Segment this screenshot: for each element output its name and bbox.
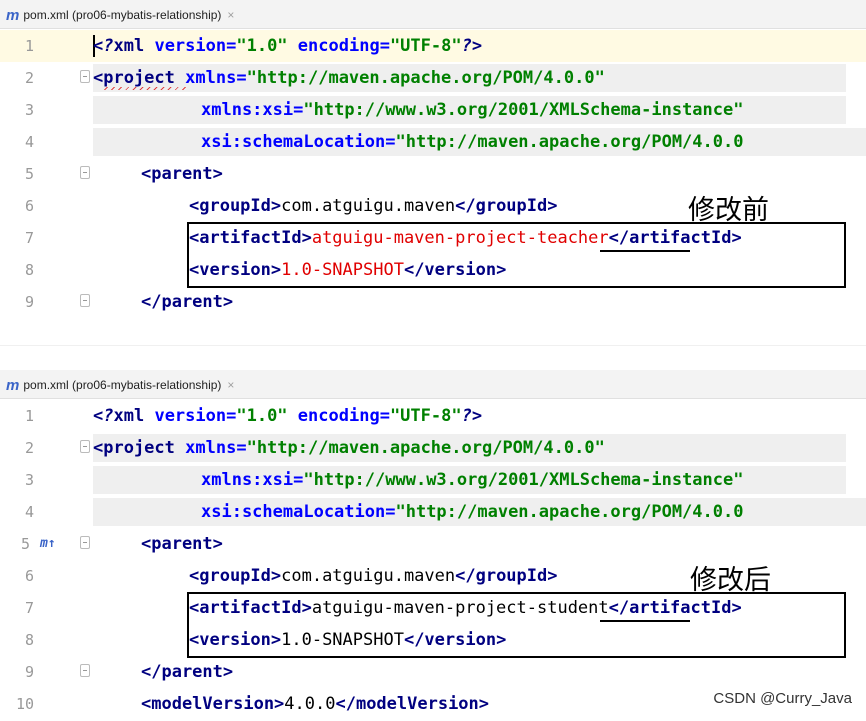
line-number: 3	[24, 471, 34, 489]
close-icon[interactable]: ×	[227, 8, 234, 22]
group-id-line: <groupId>com.atguigu.maven</groupId>	[189, 566, 558, 586]
line-number: 2	[24, 439, 34, 457]
code-line: 4 xsi:schemaLocation="http://maven.apach…	[0, 496, 866, 528]
line-number: 8	[24, 631, 34, 649]
spell-check-underline	[104, 87, 188, 90]
parent-close-line: </parent>	[141, 292, 234, 312]
line-number: 1	[24, 37, 34, 55]
line-number: 5	[20, 535, 30, 553]
code-line: 9 </parent>	[0, 286, 866, 318]
parent-close-line: </parent>	[141, 662, 234, 682]
xml-declaration: <?xml version="1.0" encoding="UTF-8"?>	[93, 406, 483, 426]
fold-icon[interactable]	[80, 166, 90, 179]
tab-pom-xml[interactable]: m pom.xml (pro06-mybatis-relationship) ×	[6, 3, 234, 27]
maven-file-icon: m	[6, 6, 20, 24]
fold-icon[interactable]	[80, 70, 90, 83]
xsi-attr-line: xmlns:xsi="http://www.w3.org/2001/XMLSch…	[201, 470, 744, 490]
tab-bar: m pom.xml (pro06-mybatis-relationship) ×	[0, 0, 866, 29]
code-line: 2 <project xmlns="http://maven.apache.or…	[0, 432, 866, 464]
line-number: 4	[24, 503, 34, 521]
highlight-box	[187, 592, 846, 658]
highlight-box	[187, 222, 846, 288]
editor-panel-after: m pom.xml (pro06-mybatis-relationship) ×…	[0, 370, 866, 721]
schema-location-line: xsi:schemaLocation="http://maven.apache.…	[201, 132, 744, 152]
line-number: 9	[24, 663, 34, 681]
line-number: 4	[24, 133, 34, 151]
tab-bar: m pom.xml (pro06-mybatis-relationship) ×	[0, 370, 866, 399]
line-number: 6	[24, 197, 34, 215]
xsi-attr-line: xmlns:xsi="http://www.w3.org/2001/XMLSch…	[201, 100, 744, 120]
schema-location-line: xsi:schemaLocation="http://maven.apache.…	[201, 502, 744, 522]
code-line: 2 <project xmlns="http://maven.apache.or…	[0, 62, 866, 94]
line-number: 6	[24, 567, 34, 585]
tab-title: pom.xml (pro06-mybatis-relationship)	[23, 8, 222, 22]
project-tag-line: <project xmlns="http://maven.apache.org/…	[93, 438, 605, 458]
maven-override-icon[interactable]: m↑	[40, 528, 56, 560]
annotation-label: 修改前	[688, 195, 769, 226]
line-number: 7	[24, 599, 34, 617]
divider	[0, 345, 866, 346]
parent-open-line: <parent>	[141, 164, 223, 184]
code-line: 5 <parent>	[0, 158, 866, 190]
code-line: 3 xmlns:xsi="http://www.w3.org/2001/XMLS…	[0, 464, 866, 496]
line-number: 8	[24, 261, 34, 279]
line-number: 1	[24, 407, 34, 425]
code-line: 5 m↑ <parent>	[0, 528, 866, 560]
fold-icon[interactable]	[80, 664, 90, 677]
xml-declaration: <?xml version="1.0" encoding="UTF-8"?>	[93, 36, 483, 56]
tab-title: pom.xml (pro06-mybatis-relationship)	[23, 378, 222, 392]
code-line: 9 </parent>	[0, 656, 866, 688]
model-version-line: <modelVersion>4.0.0</modelVersion>	[141, 694, 490, 714]
fold-icon[interactable]	[80, 294, 90, 307]
line-number: 10	[15, 695, 34, 713]
group-id-line: <groupId>com.atguigu.maven</groupId>	[189, 196, 558, 216]
maven-file-icon: m	[6, 376, 20, 394]
code-line: 1 <?xml version="1.0" encoding="UTF-8"?>	[0, 400, 866, 432]
annotation-label: 修改后	[690, 565, 771, 596]
editor-panel-before: m pom.xml (pro06-mybatis-relationship) ×…	[0, 0, 866, 322]
line-number: 5	[24, 165, 34, 183]
line-number: 9	[24, 293, 34, 311]
parent-open-line: <parent>	[141, 534, 223, 554]
code-line: 3 xmlns:xsi="http://www.w3.org/2001/XMLS…	[0, 94, 866, 126]
line-number: 3	[24, 101, 34, 119]
fold-icon[interactable]	[80, 536, 90, 549]
fold-icon[interactable]	[80, 440, 90, 453]
watermark: CSDN @Curry_Java	[713, 690, 852, 707]
close-icon[interactable]: ×	[227, 378, 234, 392]
tab-pom-xml[interactable]: m pom.xml (pro06-mybatis-relationship) ×	[6, 373, 234, 397]
line-number: 7	[24, 229, 34, 247]
code-line: 4 xsi:schemaLocation="http://maven.apach…	[0, 126, 866, 158]
line-number: 2	[24, 69, 34, 87]
code-line: 1 <?xml version="1.0" encoding="UTF-8"?>	[0, 30, 866, 62]
